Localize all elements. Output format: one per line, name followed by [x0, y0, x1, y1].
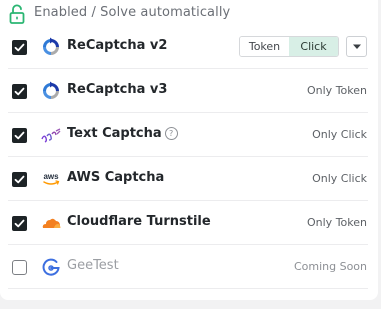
mode-token-button[interactable]: Token: [240, 37, 289, 56]
mode-status: Only Token: [307, 84, 367, 97]
recaptcha-v3-checkbox[interactable]: [12, 84, 27, 99]
captcha-row-text-captcha: Text Captcha? Only Click: [0, 113, 378, 157]
captcha-name: Text Captcha?: [67, 126, 178, 141]
aws-icon: aws: [43, 172, 60, 185]
svg-text:aws: aws: [43, 172, 59, 181]
mode-status: Only Click: [312, 128, 367, 141]
cloudflare-icon: [42, 218, 61, 228]
text-captcha-icon: [41, 128, 61, 143]
caret-down-icon: [353, 44, 361, 49]
geetest-checkbox[interactable]: [12, 260, 27, 275]
recaptcha-icon: [43, 37, 59, 55]
header-text: Enabled / Solve automatically: [34, 5, 231, 20]
checkmark-icon: [14, 87, 25, 96]
captcha-name: Cloudflare Turnstile: [67, 214, 211, 229]
enabled-header: Enabled / Solve automatically: [0, 0, 378, 28]
geetest-icon: [42, 258, 60, 276]
unlocked-padlock-icon: [9, 4, 25, 24]
mode-status: Only Click: [312, 172, 367, 185]
row-divider: [8, 288, 368, 289]
captcha-name-label: Text Captcha: [67, 126, 162, 141]
captcha-row-recaptcha-v3: ReCaptcha v3 Only Token: [0, 69, 378, 113]
mode-status: Only Token: [307, 216, 367, 229]
checkmark-icon: [14, 43, 25, 52]
captcha-settings-panel: Enabled / Solve automatically ReCaptcha …: [0, 0, 378, 300]
captcha-row-cloudflare-turnstile: Cloudflare Turnstile Only Token: [0, 201, 378, 245]
cloudflare-turnstile-checkbox[interactable]: [12, 216, 27, 231]
captcha-name: GeeTest: [67, 258, 119, 273]
recaptcha-icon: [43, 81, 59, 99]
recaptcha-v2-checkbox[interactable]: [12, 40, 27, 55]
captcha-row-aws-captcha: aws AWS Captcha Only Click: [0, 157, 378, 201]
captcha-row-recaptcha-v2: ReCaptcha v2 Token Click: [0, 25, 378, 69]
checkmark-icon: [14, 219, 25, 228]
checkmark-icon: [14, 175, 25, 184]
aws-captcha-checkbox[interactable]: [12, 172, 27, 187]
mode-status: Coming Soon: [293, 260, 367, 273]
mode-dropdown-button[interactable]: [346, 36, 367, 57]
captcha-name: ReCaptcha v2: [67, 38, 168, 53]
mode-toggle: Token Click: [239, 36, 339, 57]
mode-click-button[interactable]: Click: [289, 37, 338, 56]
checkmark-icon: [14, 131, 25, 140]
captcha-name: AWS Captcha: [67, 170, 165, 185]
captcha-row-geetest: GeeTest Coming Soon: [0, 245, 378, 289]
captcha-name: ReCaptcha v3: [67, 82, 168, 97]
help-icon[interactable]: ?: [164, 127, 178, 140]
text-captcha-checkbox[interactable]: [12, 128, 27, 143]
